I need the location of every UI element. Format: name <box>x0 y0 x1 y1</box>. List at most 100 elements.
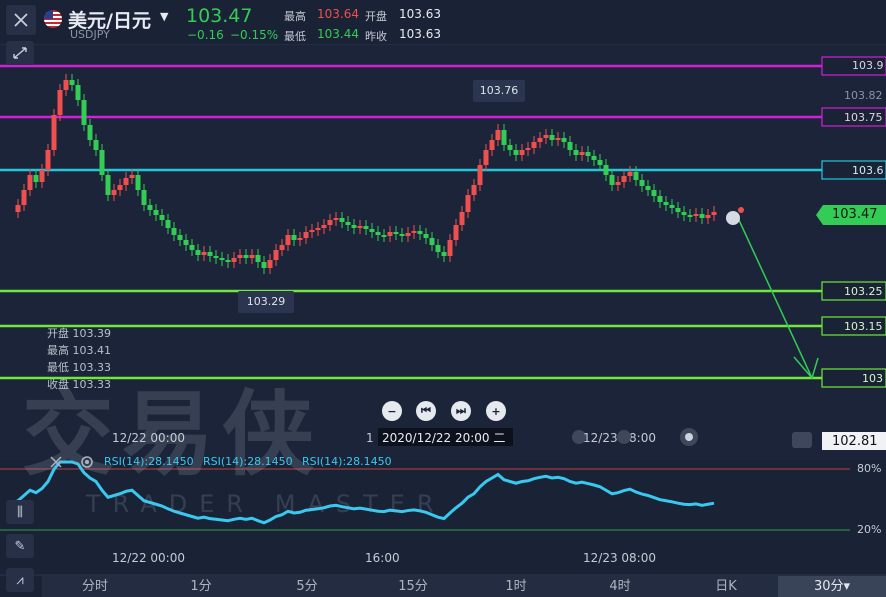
candle-body <box>291 235 297 240</box>
candle-body <box>579 152 585 155</box>
low-value: 103.44 <box>317 27 359 41</box>
close-button[interactable] <box>6 5 36 35</box>
high-label: 最高 <box>284 10 306 23</box>
tab-1h[interactable]: 1时 <box>466 576 566 597</box>
candle-body <box>339 218 345 222</box>
price-axis-label: 103.75 <box>844 111 883 124</box>
tab-15m[interactable]: 15分 <box>360 576 466 597</box>
candle-body <box>117 185 123 190</box>
event-dot[interactable] <box>617 430 631 444</box>
candle-body <box>519 150 525 155</box>
candle-body <box>237 255 243 258</box>
last-price-tag-text: 103.47 <box>832 207 878 222</box>
open-label: 开盘 <box>365 10 387 23</box>
candle-body <box>429 238 435 245</box>
collapse-button[interactable] <box>6 41 34 65</box>
indicator-settings-icon[interactable] <box>80 454 94 473</box>
draw-button[interactable]: ✎ <box>6 534 34 558</box>
candle-body <box>609 175 615 185</box>
candle-body <box>165 220 171 228</box>
crosshair-time-tag: 2020/12/22 20:00 二 <box>378 428 513 446</box>
rsi-time-label: 12/23 08:00 <box>583 551 656 565</box>
minus-icon: − <box>387 404 397 418</box>
close-icon <box>14 13 28 27</box>
candle-body <box>483 150 489 165</box>
candle-body <box>627 172 633 176</box>
indicator-button[interactable]: ⫼ <box>6 500 34 524</box>
candle-body <box>255 255 261 262</box>
candle-body <box>573 150 579 155</box>
candle-body <box>213 256 219 258</box>
candle-body <box>555 138 561 140</box>
rsi-time-label: 12/22 00:00 <box>112 551 185 565</box>
event-dot[interactable] <box>680 428 698 446</box>
chart-type-button[interactable]: ⩘ <box>6 568 34 592</box>
open-value: 103.63 <box>399 7 441 21</box>
skip-forward-icon: ⏭ <box>456 404 466 417</box>
candle-body <box>69 80 75 85</box>
candle-body <box>189 245 195 250</box>
zoom-in-button[interactable]: + <box>486 401 506 421</box>
candle-body <box>591 156 597 160</box>
candle-body <box>81 100 87 125</box>
time-axis-partial: 1 <box>366 431 374 445</box>
last-price: 103.47 <box>186 5 253 27</box>
candle-body <box>201 252 207 255</box>
candle-body <box>261 262 267 268</box>
candle-body <box>207 252 213 256</box>
candle-body <box>543 135 549 138</box>
candle-body <box>639 180 645 186</box>
candle-body <box>99 150 105 175</box>
rsi-time-label: 16:00 <box>365 551 400 565</box>
candle-body <box>615 182 621 185</box>
ohlc-open: 开盘 103.39 <box>47 327 111 340</box>
price-axis-label: 103.82 <box>844 89 883 102</box>
candle-body <box>297 238 303 240</box>
candle-body <box>597 160 603 165</box>
watermark-subtitle: TRADER MASTER <box>86 490 446 518</box>
tab-1m[interactable]: 1分 <box>148 576 254 597</box>
lock-icon[interactable] <box>792 432 812 448</box>
ohlc-low: 最低 103.33 <box>47 361 111 374</box>
candle-body <box>267 260 273 268</box>
close-indicator-icon[interactable] <box>49 454 63 473</box>
candle-body <box>387 232 393 236</box>
candle-body <box>321 225 327 228</box>
candle-body <box>249 255 255 258</box>
scroll-start-button[interactable]: ⏮ <box>416 401 436 421</box>
tab-5m[interactable]: 5分 <box>254 576 360 597</box>
high-value: 103.64 <box>317 7 359 21</box>
zoom-out-button[interactable]: − <box>382 401 402 421</box>
rsi-level-low: 20% <box>857 523 882 536</box>
candle-body <box>225 260 231 262</box>
candle-body <box>273 250 279 260</box>
price-change-pct: −0.15% <box>230 28 279 42</box>
tab-daily[interactable]: 日K <box>674 576 778 597</box>
candle-body <box>195 250 201 255</box>
candle-body <box>657 196 663 202</box>
candle-body <box>693 214 699 216</box>
tab-30m[interactable]: 30分▾ <box>778 576 886 597</box>
candle-body <box>651 190 657 196</box>
tab-timeshare[interactable]: 分时 <box>42 576 148 597</box>
candle-body <box>159 215 165 220</box>
side-toolbar: ⫼ ✎ ⩘ <box>0 490 38 597</box>
pencil-icon: ✎ <box>14 538 26 554</box>
tab-4h[interactable]: 4时 <box>566 576 674 597</box>
rsi-label: RSI(14):28.1450 <box>203 455 293 468</box>
candle-body <box>231 258 237 262</box>
candle-body <box>105 175 111 195</box>
candle-body <box>153 210 159 215</box>
candle-body <box>33 175 39 182</box>
symbol-dropdown-icon[interactable]: ▼ <box>160 10 168 23</box>
candle-body <box>675 208 681 212</box>
alert-dot <box>738 207 744 213</box>
price-axis-label: 103.15 <box>844 320 883 333</box>
candle-body <box>93 140 99 150</box>
candle-body <box>381 235 387 237</box>
candle-body <box>219 258 225 260</box>
scroll-end-button[interactable]: ⏭ <box>451 401 471 421</box>
candle-body <box>75 85 81 100</box>
candle-body <box>177 235 183 240</box>
candle-body <box>699 214 705 218</box>
